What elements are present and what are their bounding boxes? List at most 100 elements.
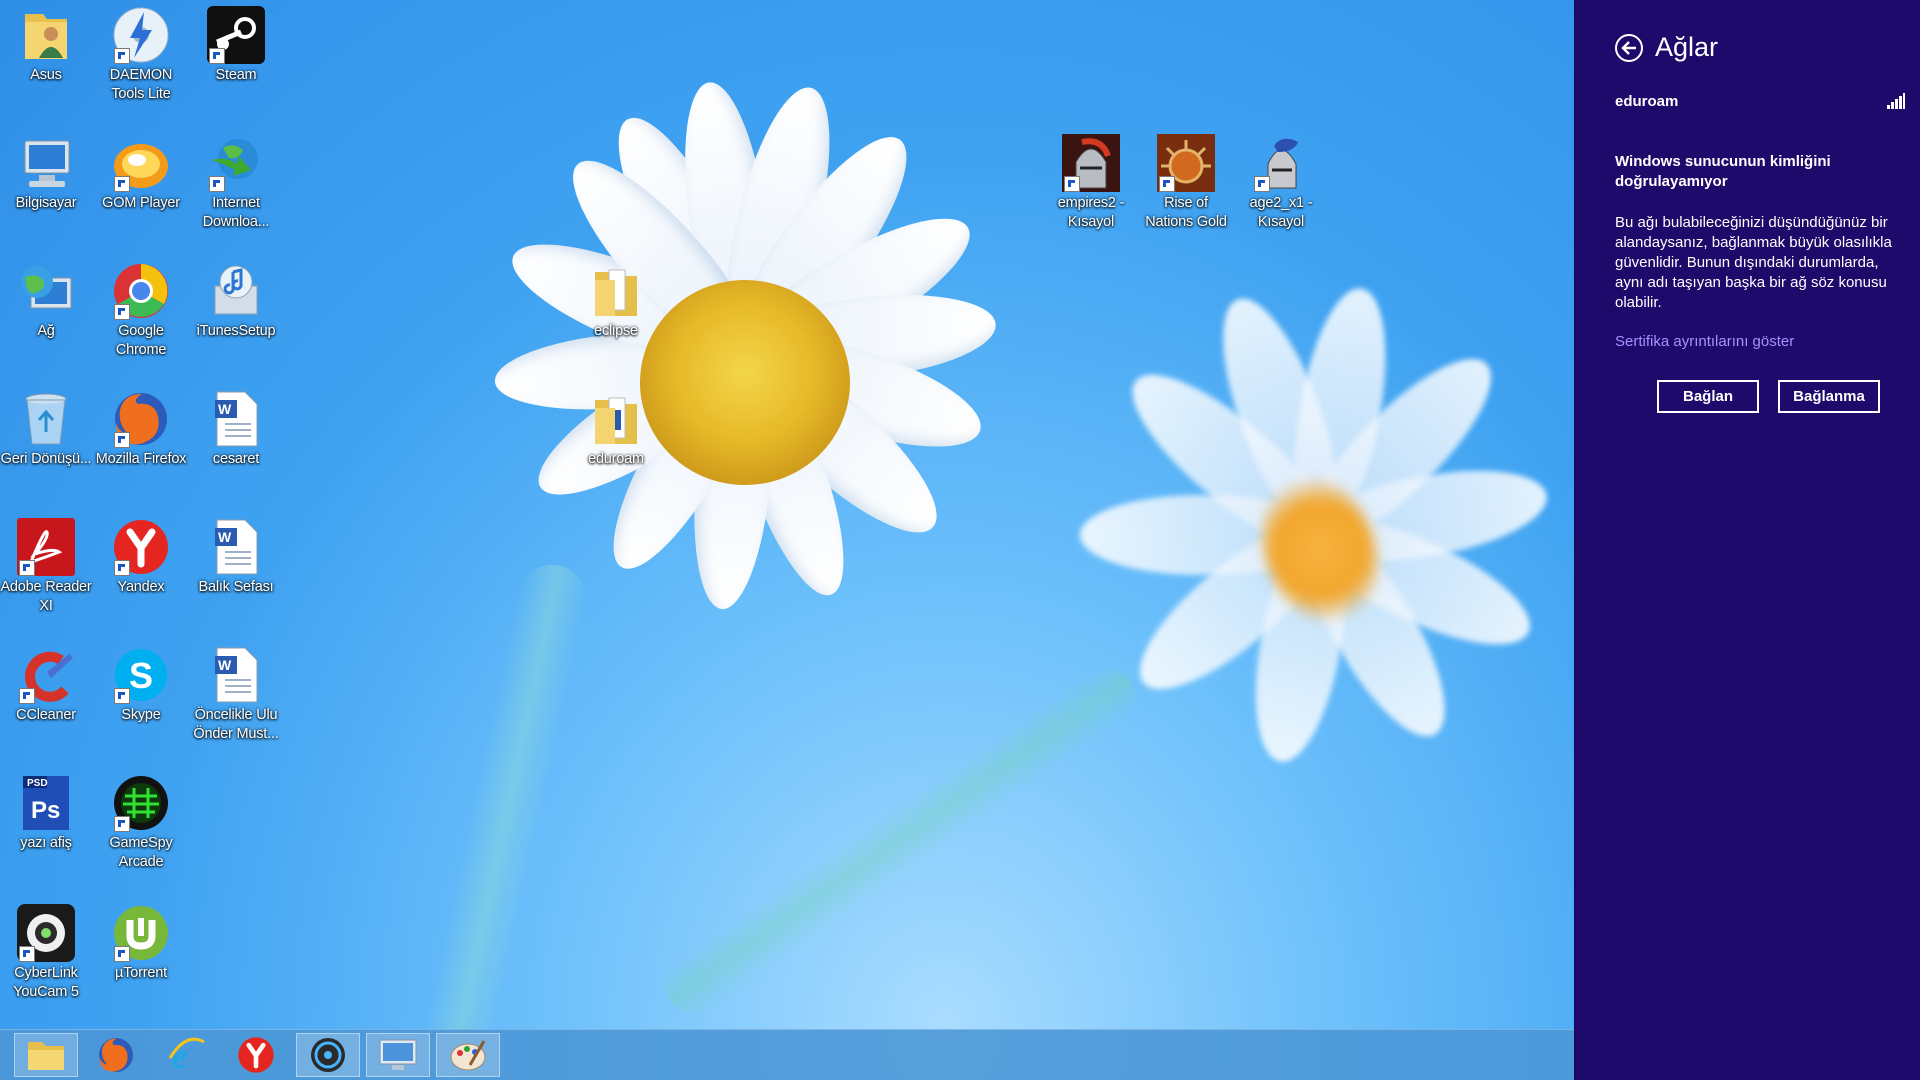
shortcut-arrow-icon [114,560,130,576]
icon-label: Bilgisayar [15,195,77,211]
icon-label: Mozilla Firefox [95,451,187,467]
folder-icon [587,262,645,320]
shortcut-arrow-icon [114,946,130,962]
word-document-icon: W [207,390,265,448]
desktop-icon-firefox[interactable]: Mozilla Firefox [95,390,187,469]
skype-icon: S [112,646,170,704]
panel-title: Ağlar [1655,32,1719,62]
taskbar-internet-explorer[interactable]: e [154,1033,218,1077]
taskbar-paint[interactable] [436,1033,500,1077]
desktop-icon-daemon-tools[interactable]: DAEMON Tools Lite [95,6,187,104]
ccleaner-icon [17,646,75,704]
desktop-icon-gamespy[interactable]: GameSpy Arcade [95,774,187,872]
icon-label: Steam [215,67,257,83]
icon-label: Yandex [117,579,165,595]
desktop-icon-balik-sefasi[interactable]: W Balık Sefası [190,518,282,597]
desktop-icon-ccleaner[interactable]: CCleaner [0,646,92,725]
icon-label: eduroam [588,451,644,467]
desktop-icon-empires2[interactable]: empires2 - Kısayol [1045,134,1137,232]
icon-label: GameSpy Arcade [109,835,173,870]
desktop-icon-eclipse[interactable]: eclipse [570,262,662,341]
taskbar-file-explorer[interactable] [14,1033,78,1077]
internet-explorer-icon: e [168,1036,205,1074]
shortcut-arrow-icon [19,688,35,704]
icon-label: empires2 - Kısayol [1057,195,1125,230]
desktop-icon-utorrent[interactable]: µTorrent [95,904,187,983]
taskbar-yandex[interactable] [224,1033,288,1077]
desktop-icon-psd-file[interactable]: PSD Ps yazı afiş [0,774,92,853]
back-button[interactable] [1615,34,1643,62]
connect-button[interactable]: Bağlan [1657,380,1759,413]
taskbar-media-app[interactable] [296,1033,360,1077]
desktop-icon-age2-x1[interactable]: age2_x1 - Kısayol [1235,134,1327,232]
icon-label: DAEMON Tools Lite [109,67,173,102]
desktop-icon-adobe-reader[interactable]: Adobe Reader XI [0,518,92,616]
firefox-icon [98,1037,134,1073]
desktop-icon-steam[interactable]: Steam [190,6,282,85]
shortcut-arrow-icon [114,816,130,832]
folder-icon [587,390,645,448]
back-arrow-icon [1621,41,1636,55]
shortcut-arrow-icon [19,560,35,576]
desktop-icon-recycle-bin[interactable]: Geri Dönüşü... [0,390,92,469]
desktop-icon-rise-of-nations[interactable]: Rise of Nations Gold [1140,134,1232,232]
shortcut-arrow-icon [209,48,225,64]
shortcut-arrow-icon [1064,176,1080,192]
desktop-icon-skype[interactable]: S Skype [95,646,187,725]
desktop-icon-chrome[interactable]: Google Chrome [95,262,187,360]
webcam-icon [17,904,75,962]
word-document-icon: W [207,518,265,576]
icon-label: age2_x1 - Kısayol [1249,195,1313,230]
folder-icon [28,1042,64,1070]
yandex-icon [238,1037,274,1073]
taskbar-firefox[interactable] [84,1033,148,1077]
svg-text:Ps: Ps [31,797,60,824]
adobe-reader-icon [17,518,75,576]
desktop-icon-network[interactable]: Ağ [0,262,92,341]
knight-icon [1252,134,1310,192]
shortcut-arrow-icon [1159,176,1175,192]
icon-label: Skype [121,707,161,723]
desktop-icon-youcam[interactable]: CyberLink YouCam 5 [0,904,92,1002]
shortcut-arrow-icon [209,176,225,192]
desktop-icon-eduroam[interactable]: eduroam [570,390,662,469]
shortcut-arrow-icon [114,432,130,448]
svg-text:PSD: PSD [27,778,48,789]
shortcut-arrow-icon [114,176,130,192]
icon-label: yazı afiş [20,835,72,851]
desktop-icon-asus[interactable]: Asus [0,6,92,85]
certificate-warning-description: Bu ağı bulabileceğinizi düşündüğünüz bir… [1615,214,1892,311]
daemon-tools-icon [112,6,170,64]
network-name: eduroam [1615,93,1679,110]
rise-of-nations-icon [1157,134,1215,192]
show-certificate-details-link[interactable]: Sertifika ayrıntılarını göster [1615,333,1794,350]
icon-label: CyberLink YouCam 5 [13,965,79,1000]
desktop-icon-internet-download-manager[interactable]: Internet Downloa... [190,134,282,232]
taskbar: e [0,1029,1574,1080]
steam-icon [207,6,265,64]
chrome-icon [112,262,170,320]
icon-label: Öncelikle Ulu Önder Must... [193,707,279,742]
recycle-bin-icon [17,390,75,448]
dont-connect-button[interactable]: Bağlanma [1778,380,1880,413]
desktop-icon-cesaret[interactable]: W cesaret [190,390,282,469]
icon-label: µTorrent [115,965,167,981]
desktop-icon-itunes-setup[interactable]: iTunesSetup [190,262,282,341]
icon-label: Geri Dönüşü... [0,451,92,467]
icon-label: GOM Player [102,195,180,211]
user-folder-icon [17,6,75,64]
desktop-icon-computer[interactable]: Bilgisayar [0,134,92,213]
desktop[interactable]: Asus Bilgisayar Ağ Geri Dönüşü... Adobe … [0,0,1574,1080]
network-charm-panel: Ağlar eduroam Windows sunucunun kimliğin… [1574,0,1920,1080]
shortcut-arrow-icon [19,946,35,962]
monitor-icon [379,1039,417,1070]
icon-label: cesaret [212,451,260,467]
yandex-icon [112,518,170,576]
desktop-icon-oncelikle[interactable]: W Öncelikle Ulu Önder Must... [190,646,282,744]
utorrent-icon [112,904,170,962]
desktop-icon-yandex[interactable]: Yandex [95,518,187,597]
gamespy-icon [112,774,170,832]
desktop-icon-gom-player[interactable]: GOM Player [95,134,187,213]
firefox-icon [112,390,170,448]
taskbar-remote-desktop[interactable] [366,1033,430,1077]
